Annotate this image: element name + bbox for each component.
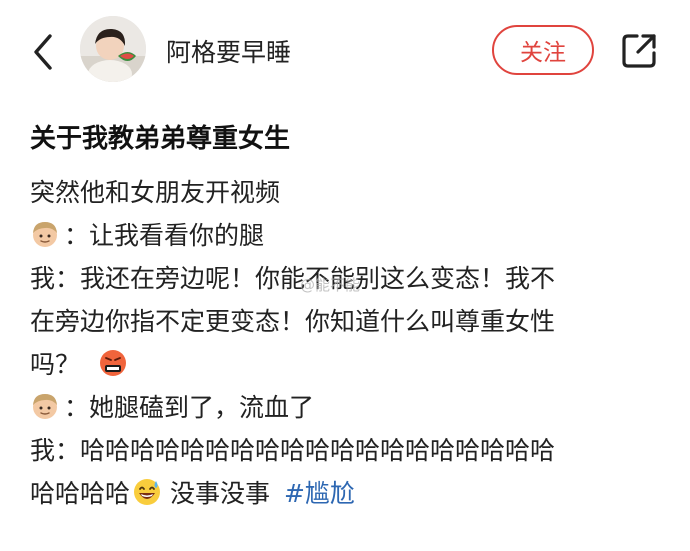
post-line: ：让我看看你的腿: [30, 214, 650, 257]
hashtag-link[interactable]: #尴尬: [284, 479, 355, 508]
post-line: 在旁边你指不定更变态！你知道什么叫尊重女性: [30, 307, 556, 336]
avatar[interactable]: [80, 16, 146, 82]
post-line: 突然他和女朋友开视频: [30, 178, 281, 207]
post-title: 关于我教弟弟尊重女生: [30, 124, 291, 154]
back-button[interactable]: [26, 30, 60, 74]
post-line-text: 吗？: [30, 350, 81, 379]
post-line: 哈哈哈哈 没事没事 #尴尬: [30, 472, 650, 515]
boy-face-emoji: [33, 394, 57, 419]
post-line-text: 没事没事: [170, 479, 271, 508]
share-icon: [622, 34, 656, 68]
share-button[interactable]: [620, 32, 658, 70]
post-line: ：她腿磕到了，流血了: [30, 386, 650, 429]
boy-face-emoji: [33, 222, 57, 247]
post-line-text: ：让我看看你的腿: [64, 221, 265, 250]
avatar-image: [80, 16, 146, 82]
grinning-sweat-emoji: [134, 479, 161, 505]
chevron-left-icon: [34, 34, 52, 70]
post-line-text: ：她腿磕到了，流血了: [64, 393, 315, 422]
post-line: 我：哈哈哈哈哈哈哈哈哈哈哈哈哈哈哈哈哈哈哈: [30, 436, 556, 465]
post-line: 吗？: [30, 343, 650, 386]
follow-button[interactable]: 关注: [492, 25, 594, 75]
watermark: @能不能: [300, 276, 361, 294]
post-body: 突然他和女朋友开视频 ：让我看看你的腿 我：我还在旁边呢！你能不能别这么变态！我…: [30, 171, 650, 515]
post-line-text: 哈哈哈哈: [30, 479, 131, 508]
post-header: 阿格要早睡 关注: [0, 0, 690, 104]
cursing-face-emoji: [99, 350, 126, 376]
username[interactable]: 阿格要早睡: [166, 33, 291, 69]
